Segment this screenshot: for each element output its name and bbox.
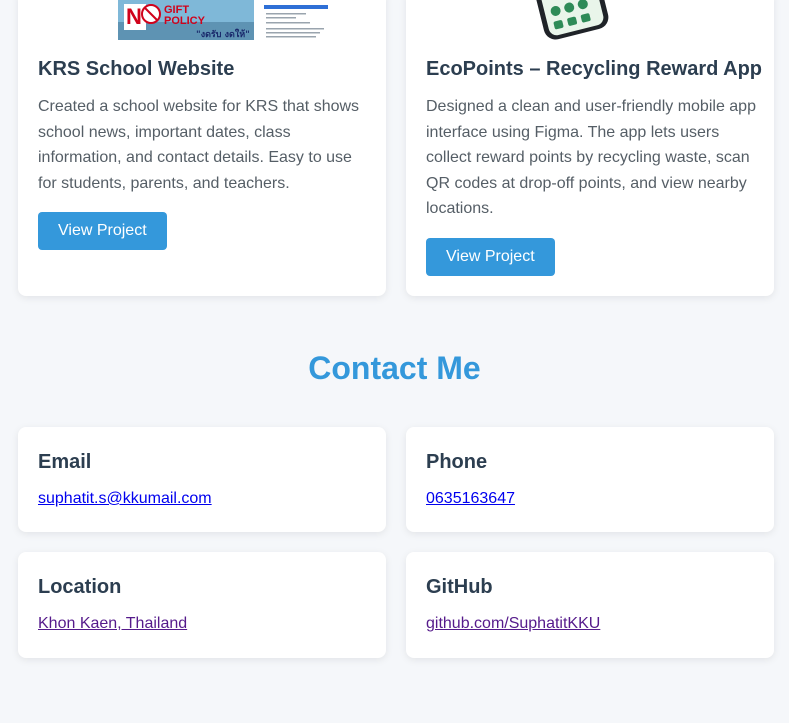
phone-link[interactable]: 0635163647: [426, 490, 515, 508]
project-title: EcoPoints – Recycling Reward App: [426, 58, 763, 80]
project-card-krs: N GIFT POLICY "งดรับ งดให้" KRS School W…: [18, 0, 386, 296]
contact-label: GitHub: [426, 576, 493, 598]
contact-label: Email: [38, 451, 92, 473]
krs-screenshot-image: N GIFT POLICY "งดรับ งดให้": [118, 0, 328, 40]
email-link[interactable]: suphatit.s@kkumail.com: [38, 490, 212, 508]
github-link[interactable]: github.com/SuphatitKKU: [426, 615, 600, 633]
contact-card-email: Email suphatit.s@kkumail.com: [18, 427, 386, 532]
project-thumbnail-krs: N GIFT POLICY "งดรับ งดให้": [118, 0, 328, 40]
svg-text:N: N: [126, 4, 142, 29]
contact-label: Location: [38, 576, 122, 598]
project-card-ecopoints: EcoPoints – Recycling Reward App Designe…: [406, 0, 774, 296]
view-project-button[interactable]: View Project: [38, 212, 167, 250]
contact-label: Phone: [426, 451, 488, 473]
poster-line-2: POLICY: [164, 15, 206, 27]
project-description: Created a school website for KRS that sh…: [38, 98, 360, 192]
project-description: Designed a clean and user-friendly mobil…: [426, 98, 756, 217]
project-title: KRS School Website: [38, 58, 235, 80]
location-link[interactable]: Khon Kaen, Thailand: [38, 615, 187, 633]
contact-card-phone: Phone 0635163647: [406, 427, 774, 532]
poster-footer: "งดรับ งดให้": [196, 28, 250, 40]
project-thumbnail-ecopoints: [526, 0, 626, 40]
contact-card-location: Location Khon Kaen, Thailand: [18, 552, 386, 658]
contact-card-github: GitHub github.com/SuphatitKKU: [406, 552, 774, 658]
phone-mockup-image: [533, 0, 609, 40]
contact-heading: Contact Me: [308, 350, 481, 386]
view-project-button[interactable]: View Project: [426, 238, 555, 276]
